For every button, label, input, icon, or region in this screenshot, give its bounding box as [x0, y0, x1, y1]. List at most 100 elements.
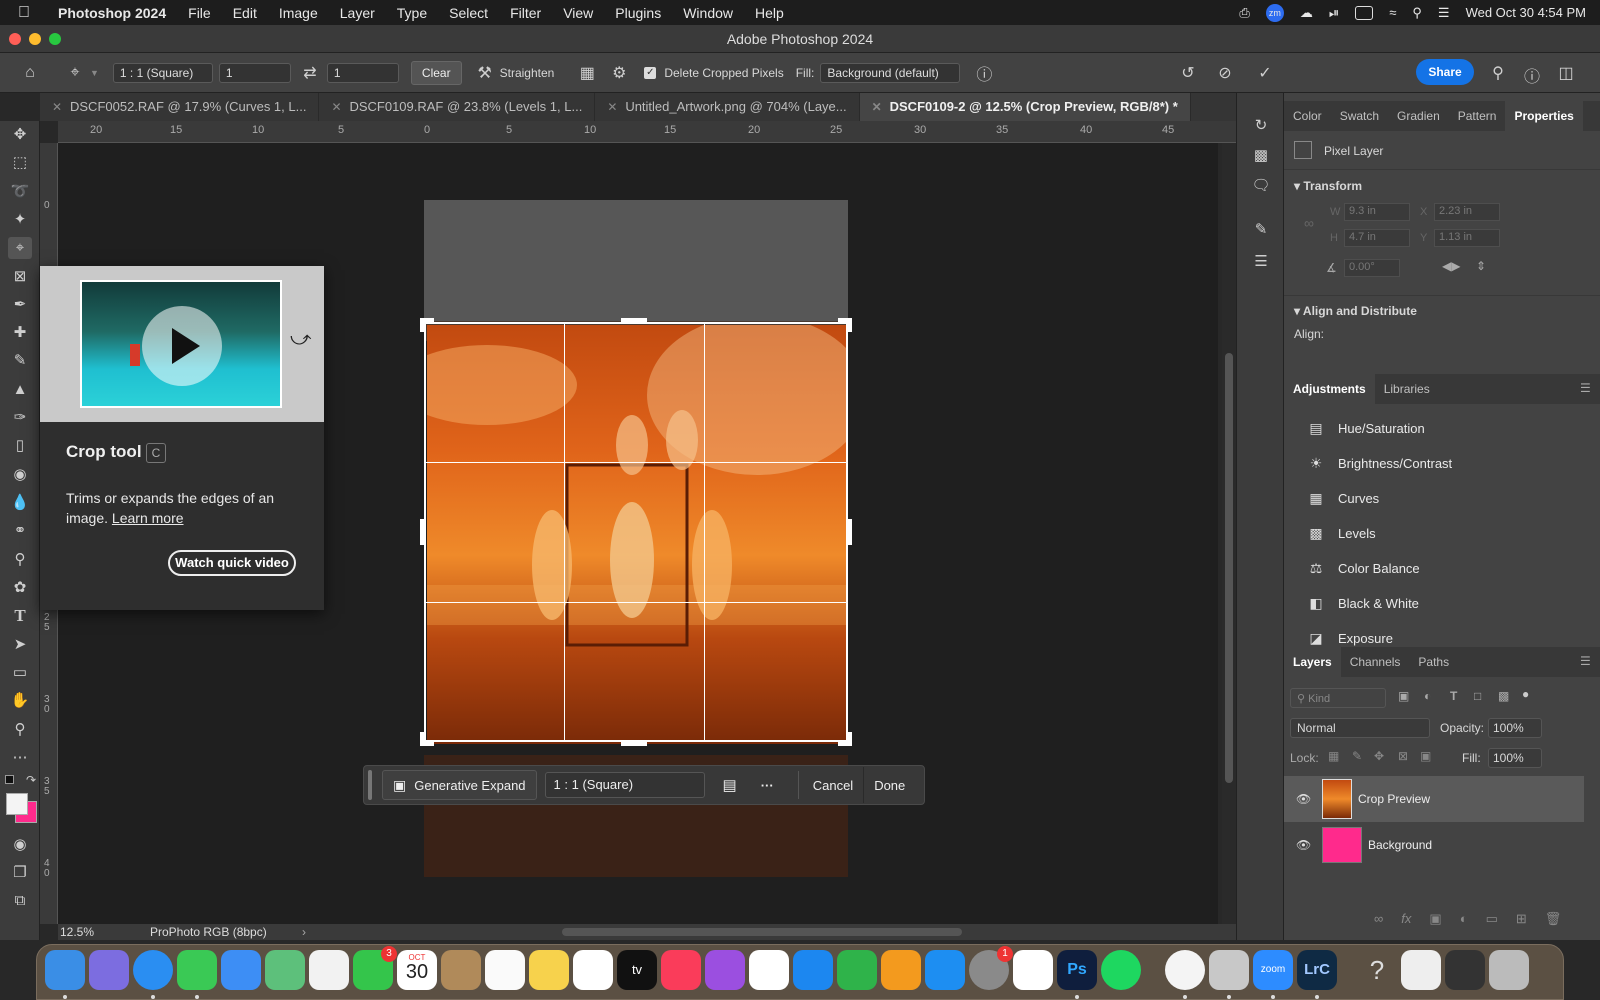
menu-file[interactable]: File [188, 5, 211, 21]
help-icon[interactable]: ? [1357, 950, 1397, 990]
blend-mode-select[interactable]: Normal [1290, 718, 1430, 738]
adjust-black-white[interactable]: ◧ Black & White [1306, 588, 1419, 618]
wifi-icon[interactable]: ≈ [1389, 5, 1396, 20]
crop-handle-right[interactable] [848, 519, 852, 545]
battery-icon[interactable] [1355, 5, 1374, 20]
new-group-icon[interactable]: ▭ [1486, 911, 1498, 927]
straighten-icon[interactable]: ⚒ [474, 63, 496, 83]
filter-smart-object-icon[interactable]: ▩ [1498, 689, 1509, 703]
crop-handle-bottom[interactable] [621, 742, 647, 746]
eye-icon[interactable]: 👁 [1296, 792, 1312, 806]
app-store-icon[interactable] [925, 950, 965, 990]
chrome-icon[interactable] [1165, 950, 1205, 990]
close-icon[interactable]: ✕ [331, 93, 341, 121]
watch-quick-video-button[interactable]: Watch quick video [168, 550, 296, 576]
apple-tv-icon[interactable]: tv [617, 950, 657, 990]
photoshop-icon[interactable]: Ps [1057, 950, 1097, 990]
finder-icon[interactable] [45, 950, 85, 990]
adjustment-layer-icon[interactable]: ◐ [1460, 911, 1468, 927]
workspace-icon[interactable]: ◫ [1556, 63, 1576, 83]
cancel-crop-icon[interactable]: ⊘ [1214, 63, 1236, 83]
paint-bucket-tool-icon[interactable]: ◉ [8, 464, 32, 486]
tab-dscf0052[interactable]: ✕ DSCF0052.RAF @ 17.9% (Curves 1, L... [40, 93, 320, 121]
tool-presets-icon[interactable]: ☰ [1249, 251, 1273, 273]
screenshot-folder-icon[interactable] [1445, 950, 1485, 990]
link-layers-icon[interactable]: ∞ [1374, 911, 1383, 927]
chevron-down-icon[interactable]: ▼ [90, 68, 99, 78]
podcasts-icon[interactable] [705, 950, 745, 990]
opacity-field[interactable]: 100% [1488, 718, 1542, 738]
x-field[interactable]: 2.23 in [1434, 203, 1500, 221]
flip-vertical-icon[interactable]: ⇕ [1476, 259, 1486, 273]
printer-icon[interactable]: ⎙ [1239, 5, 1249, 21]
help-icon[interactable]: ⓘ [1522, 63, 1542, 87]
tab-channels[interactable]: Channels [1341, 647, 1410, 677]
adjust-hue-saturation[interactable]: ▤ Hue/Saturation [1306, 413, 1424, 443]
tab-paths[interactable]: Paths [1409, 647, 1458, 677]
contacts-icon[interactable] [441, 950, 481, 990]
control-center-icon[interactable]: ☰ [1438, 5, 1450, 21]
reset-icon[interactable]: ↺ [1177, 63, 1199, 83]
filter-adjustment-icon[interactable]: ◐ [1424, 689, 1431, 703]
angle-field[interactable]: 0.00° [1344, 259, 1400, 277]
rectangle-tool-icon[interactable]: ▭ [8, 662, 32, 684]
tab-swatches[interactable]: Swatch [1331, 101, 1388, 131]
facetime-icon[interactable]: 3 [353, 946, 397, 990]
menu-window[interactable]: Window [683, 5, 733, 21]
brush-settings-icon[interactable]: ✎ [1249, 219, 1273, 241]
creative-cloud-icon[interactable]: ☁ [1300, 5, 1313, 21]
zoom-status-icon[interactable]: zm [1265, 3, 1284, 22]
tab-patterns[interactable]: Pattern [1449, 101, 1506, 131]
width-ratio-input[interactable]: 1 [218, 62, 291, 83]
quick-mask-icon[interactable]: ◉ [8, 834, 32, 856]
layer-row-crop-preview[interactable]: 👁 Crop Preview [1284, 776, 1584, 822]
type-tool-icon[interactable]: T [8, 605, 32, 627]
more-options-button[interactable]: ··· [761, 778, 774, 793]
tab-dscf0109[interactable]: ✕ DSCF0109.RAF @ 23.8% (Levels 1, L... [319, 93, 596, 121]
eraser-tool-icon[interactable]: ▯ [8, 435, 32, 457]
comments-panel-icon[interactable]: 🗨 [1249, 175, 1273, 197]
sponge-tool-icon[interactable]: ⚲ [8, 549, 32, 571]
numbers-icon[interactable] [837, 950, 877, 990]
chevron-right-icon[interactable]: › [302, 925, 306, 939]
tab-gradients[interactable]: Gradien [1388, 101, 1449, 131]
arrange-documents-icon[interactable]: ⧉ [8, 890, 32, 912]
screen-mode-icon[interactable]: ❐ [8, 862, 32, 884]
move-tool-icon[interactable]: ✥ [8, 124, 32, 146]
crop-handle-left[interactable] [420, 519, 424, 545]
height-field[interactable]: 4.7 in [1344, 229, 1410, 247]
history-panel-icon[interactable]: ↻ [1249, 115, 1273, 137]
menu-edit[interactable]: Edit [233, 5, 257, 21]
tab-layers[interactable]: Layers [1284, 647, 1341, 677]
tab-libraries[interactable]: Libraries [1375, 374, 1439, 404]
crop-handle-bottom-right[interactable] [838, 732, 852, 746]
crop-handle-top[interactable] [621, 318, 647, 322]
align-distribute-header[interactable]: ▾ Align and Distribute [1294, 304, 1417, 318]
menu-type[interactable]: Type [397, 5, 427, 21]
lock-transparent-icon[interactable]: ▦ [1328, 749, 1339, 763]
freeform-icon[interactable] [573, 950, 613, 990]
history-brush-tool-icon[interactable]: ✑ [8, 407, 32, 429]
menu-select[interactable]: Select [449, 5, 488, 21]
lasso-tool-icon[interactable]: ➰ [8, 181, 32, 203]
path-selection-tool-icon[interactable]: ➤ [8, 634, 32, 656]
crop-handle-bottom-left[interactable] [420, 732, 434, 746]
crop-handle-top-right[interactable] [838, 318, 852, 332]
lightroom-classic-icon[interactable]: LrC [1297, 950, 1337, 990]
height-ratio-input[interactable]: 1 [326, 62, 399, 83]
transform-header[interactable]: ▾ Transform [1294, 179, 1362, 193]
horizontal-scroll-thumb[interactable] [562, 928, 962, 936]
swap-icon[interactable]: ⇄ [299, 63, 321, 83]
fill-select[interactable]: Background (default) [820, 62, 961, 83]
zoom-level[interactable]: 12.5% [60, 925, 94, 939]
news-icon[interactable] [749, 950, 789, 990]
adjust-levels[interactable]: ▩ Levels [1306, 518, 1375, 548]
lock-image-icon[interactable]: ✎ [1352, 749, 1362, 763]
zoom-window-button[interactable] [49, 33, 61, 45]
calendar-icon[interactable]: OCT 30 [397, 950, 437, 990]
tooltip-video-area[interactable]: ⤻ [40, 266, 324, 422]
crop-frame[interactable] [424, 322, 848, 742]
menu-app-name[interactable]: Photoshop 2024 [58, 5, 166, 21]
tab-dscf0109-2[interactable]: ✕ DSCF0109-2 @ 12.5% (Crop Preview, RGB/8… [859, 93, 1191, 121]
filter-type-icon[interactable]: T [1450, 689, 1457, 703]
